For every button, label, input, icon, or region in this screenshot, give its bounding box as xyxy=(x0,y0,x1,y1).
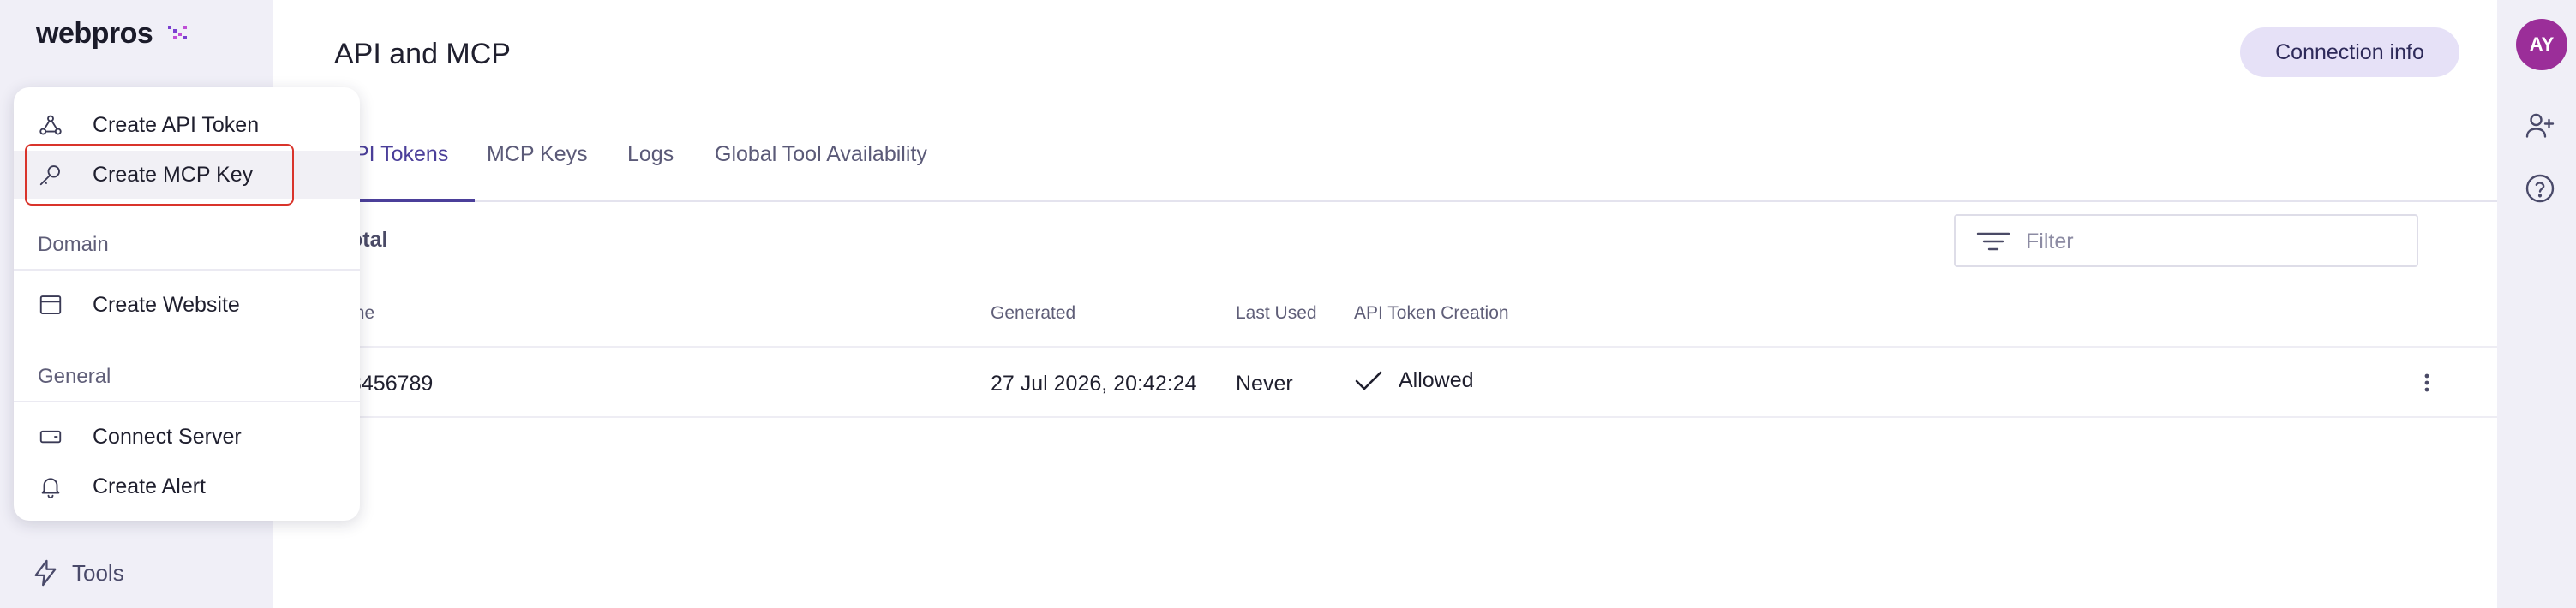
logo-mark-icon xyxy=(168,26,187,39)
bolt-icon xyxy=(34,559,57,587)
last-used-cell: Never xyxy=(1236,372,1293,396)
sidebar-item-tools[interactable]: Tools xyxy=(31,558,124,587)
browser-window-icon xyxy=(39,295,62,314)
menu-item-label: Create API Token xyxy=(93,112,260,137)
token-name-cell: 3456789 xyxy=(350,372,434,396)
menu-divider xyxy=(14,269,360,271)
active-tab-indicator xyxy=(355,199,475,202)
menu-item-label: Create MCP Key xyxy=(93,162,254,187)
menu-item-label: Create Alert xyxy=(93,474,207,498)
tab-api-tokens[interactable]: PI Tokens xyxy=(355,142,448,167)
row-actions-menu-icon[interactable] xyxy=(2418,368,2435,397)
api-token-creation-value: Allowed xyxy=(1399,368,1474,392)
filter-field[interactable] xyxy=(1954,214,2418,267)
user-avatar[interactable]: AY xyxy=(2516,19,2567,70)
filter-input[interactable] xyxy=(2024,226,2387,257)
menu-section-domain: Domain xyxy=(38,233,109,256)
tab-mcp-keys[interactable]: MCP Keys xyxy=(487,142,588,167)
checkmark-icon xyxy=(1355,371,1382,390)
column-header-last-used[interactable]: Last Used xyxy=(1236,303,1317,324)
webhook-icon xyxy=(39,115,62,135)
tab-logs[interactable]: Logs xyxy=(627,142,674,167)
api-token-creation-cell: Allowed xyxy=(1354,368,1474,393)
menu-item-create-api-token[interactable]: Create API Token xyxy=(14,101,360,149)
tab-global-tool-availability[interactable]: Global Tool Availability xyxy=(715,142,927,167)
main-content: API and MCP Connection info PI Tokens MC… xyxy=(273,0,2497,608)
bell-icon xyxy=(41,478,60,499)
column-header-api-token-creation[interactable]: API Token Creation xyxy=(1354,303,1509,324)
menu-item-label: Connect Server xyxy=(93,424,242,449)
filter-icon xyxy=(1976,232,2010,251)
menu-section-general: General xyxy=(38,365,111,388)
menu-item-create-mcp-key[interactable]: Create MCP Key xyxy=(14,144,360,206)
menu-item-create-alert[interactable]: Create Alert xyxy=(14,462,360,510)
column-header-generated[interactable]: Generated xyxy=(991,303,1075,324)
generated-cell: 27 Jul 2026, 20:42:24 xyxy=(991,372,1197,396)
add-user-icon[interactable] xyxy=(2525,110,2555,140)
page-title: API and MCP xyxy=(334,38,511,70)
header-divider xyxy=(273,346,2497,348)
create-menu-dropdown: Create API Token Create MCP Key Domain C… xyxy=(14,87,360,521)
server-icon xyxy=(39,430,62,444)
menu-item-label: Create Website xyxy=(93,292,240,317)
menu-divider xyxy=(14,401,360,402)
brand-logo[interactable]: webpros xyxy=(36,17,153,51)
help-icon[interactable] xyxy=(2525,173,2555,204)
menu-item-create-website[interactable]: Create Website xyxy=(14,281,360,329)
right-bar: AY xyxy=(2497,0,2576,608)
key-icon xyxy=(39,165,60,186)
connection-info-button[interactable]: Connection info xyxy=(2240,27,2459,77)
row-divider xyxy=(273,416,2497,418)
sidebar-item-tools-label: Tools xyxy=(72,559,124,586)
menu-item-connect-server[interactable]: Connect Server xyxy=(14,413,360,461)
tab-bar: PI Tokens MCP Keys Logs Global Tool Avai… xyxy=(273,130,2497,202)
